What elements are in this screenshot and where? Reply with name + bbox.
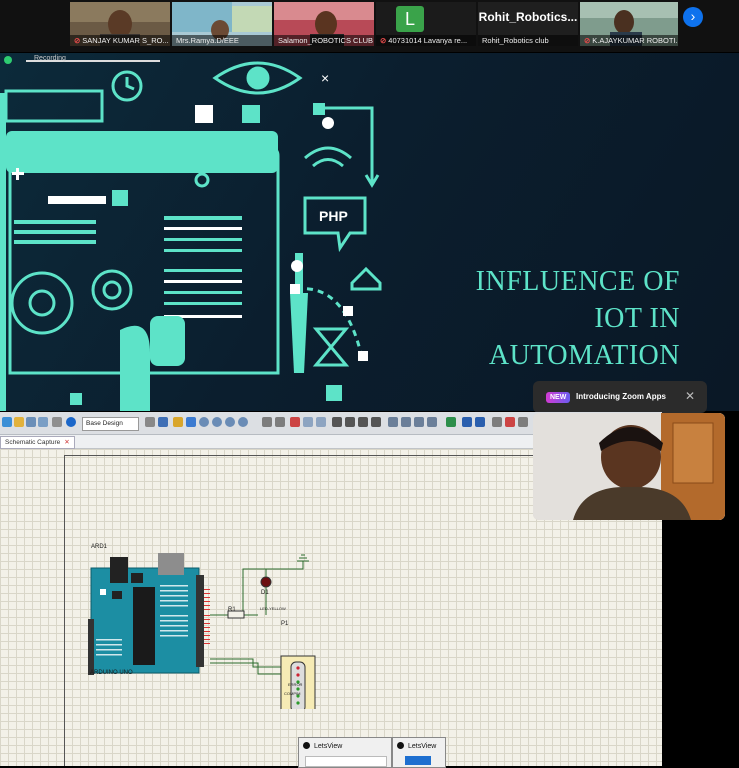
property-tool-icon[interactable] — [475, 417, 485, 427]
participant-name: ⊘ 40731014 Lavanya re... — [376, 35, 476, 46]
d1-type-label: LED-YELLOW — [260, 606, 286, 611]
participant-tile[interactable]: Rohit_Robotics... Rohit_Robotics club — [478, 2, 578, 46]
zoom-all-icon[interactable] — [225, 417, 235, 427]
letsview-window[interactable]: LetsView — [392, 737, 446, 768]
layer-select[interactable]: Base Design — [82, 417, 139, 431]
print-icon[interactable] — [38, 417, 48, 427]
php-label: PHP — [319, 208, 348, 224]
pick-parts-icon[interactable] — [388, 417, 398, 427]
participant-name: ⊘ SANJAY KUMAR S_RO... — [70, 35, 170, 46]
letsview-title: LetsView — [408, 743, 437, 750]
letsview-window[interactable]: LetsView — [298, 737, 392, 768]
zoom-apps-notification[interactable]: NEW Introducing Zoom Apps ✕ — [533, 381, 707, 413]
participant-name-text: Rohit_Robotics club — [482, 36, 549, 45]
participant-strip: ⊘ SANJAY KUMAR S_RO... Mrs.Ramya.D/EEE Sa… — [0, 0, 739, 52]
participant-name-text: K.AJAYKUMAR ROBOTI... — [592, 36, 678, 45]
page-icon[interactable] — [52, 417, 62, 427]
participant-name: Salamon_ROBOTICS CLUB — [274, 35, 374, 46]
package-icon[interactable] — [414, 417, 424, 427]
participant-tile[interactable]: ⊘ K.AJAYKUMAR ROBOTI... — [580, 2, 678, 46]
redo-icon[interactable] — [275, 417, 285, 427]
block-copy-icon[interactable] — [332, 417, 342, 427]
participant-tile[interactable]: L ⊘ 40731014 Lavanya re... — [376, 2, 476, 46]
chevron-right-icon: › — [690, 8, 696, 24]
participant-name-text: SANJAY KUMAR S_RO... — [82, 36, 169, 45]
paste-icon[interactable] — [316, 417, 326, 427]
participant-name: Mrs.Ramya.D/EEE — [172, 35, 272, 46]
wire-autorouter-icon[interactable] — [446, 417, 456, 427]
arduino-model-label: ARDUINO UNO — [90, 670, 133, 676]
shared-screen-slide: Recording × PHP INFLUENCE OF IOT IN AUTO… — [0, 53, 739, 411]
zoom-out-icon[interactable] — [212, 417, 222, 427]
muted-mic-icon: ⊘ — [74, 36, 81, 45]
copy-icon[interactable] — [303, 417, 313, 427]
close-icon[interactable]: ✕ — [64, 439, 69, 446]
iot-illustration: × PHP — [0, 61, 382, 411]
wifi-icon — [304, 146, 352, 160]
open-folder-icon[interactable] — [14, 417, 24, 427]
help-icon[interactable] — [66, 417, 76, 427]
participant-name: Rohit_Robotics club — [478, 35, 578, 46]
home-icon — [350, 266, 382, 291]
webcam-feed — [533, 413, 725, 520]
save-icon[interactable] — [26, 417, 36, 427]
participant-name-text: 40731014 Lavanya re... — [388, 36, 468, 45]
p1-sub-label: ERROR — [288, 682, 303, 687]
p1-type-label: COMPIM — [284, 691, 301, 696]
sheet-icon[interactable] — [492, 417, 502, 427]
search-icon[interactable] — [462, 417, 472, 427]
hourglass-icon — [312, 327, 350, 367]
netlist-icon[interactable] — [518, 417, 528, 427]
slide-title-line: AUTOMATION — [488, 340, 680, 371]
svg-text:×: × — [321, 70, 329, 86]
decompose-icon[interactable] — [427, 417, 437, 427]
letsview-title: LetsView — [314, 743, 343, 750]
muted-mic-icon: ⊘ — [584, 36, 591, 45]
grid-icon[interactable] — [158, 417, 168, 427]
slide-title-line: INFLUENCE OF — [475, 266, 680, 297]
tab-schematic[interactable]: Schematic Capture ✕ — [0, 436, 75, 449]
letsview-icon — [397, 742, 404, 749]
remove-sheet-icon[interactable] — [505, 417, 515, 427]
tab-label: Schematic Capture — [5, 439, 61, 446]
participant-tile[interactable]: Mrs.Ramya.D/EEE — [172, 2, 272, 46]
self-video[interactable] — [533, 413, 725, 520]
cut-icon[interactable] — [290, 417, 300, 427]
led-d1 — [260, 576, 272, 588]
slide-title-line: IOT IN — [594, 303, 680, 334]
grid-icon[interactable] — [145, 417, 155, 427]
gear-icon — [10, 271, 74, 335]
participant-tile[interactable]: ⊘ SANJAY KUMAR S_RO... — [70, 2, 170, 46]
r1-label: R1 — [228, 607, 236, 613]
make-device-icon[interactable] — [401, 417, 411, 427]
d1-label: D1 — [261, 590, 269, 596]
block-delete-icon[interactable] — [371, 417, 381, 427]
undo-icon[interactable] — [262, 417, 272, 427]
zoom-area-icon[interactable] — [238, 417, 248, 427]
gear-icon — [91, 269, 133, 311]
participant-big-name: Rohit_Robotics... — [478, 10, 578, 24]
close-icon[interactable]: ✕ — [685, 389, 695, 403]
muted-mic-icon: ⊘ — [380, 36, 387, 45]
slide-title: INFLUENCE OF IOT IN AUTOMATION — [440, 263, 680, 374]
participant-name: ⊘ K.AJAYKUMAR ROBOTI... — [580, 35, 678, 46]
origin-icon[interactable] — [173, 417, 183, 427]
avatar-initial: L — [396, 6, 424, 32]
participant-name-text: Mrs.Ramya.D/EEE — [176, 36, 239, 45]
participant-name-text: Salamon_ROBOTICS CLUB — [278, 36, 374, 45]
letsview-icon — [303, 742, 310, 749]
pan-icon[interactable] — [186, 417, 196, 427]
notification-text[interactable]: Introducing Zoom Apps — [576, 392, 666, 401]
participant-tile[interactable]: Salamon_ROBOTICS CLUB — [274, 2, 374, 46]
next-page-button[interactable]: › — [683, 7, 703, 27]
p1-label: P1 — [281, 621, 289, 627]
block-rotate-icon[interactable] — [358, 417, 368, 427]
zoom-in-icon[interactable] — [199, 417, 209, 427]
new-file-icon[interactable] — [2, 417, 12, 427]
block-move-icon[interactable] — [345, 417, 355, 427]
new-badge: NEW — [546, 392, 571, 403]
